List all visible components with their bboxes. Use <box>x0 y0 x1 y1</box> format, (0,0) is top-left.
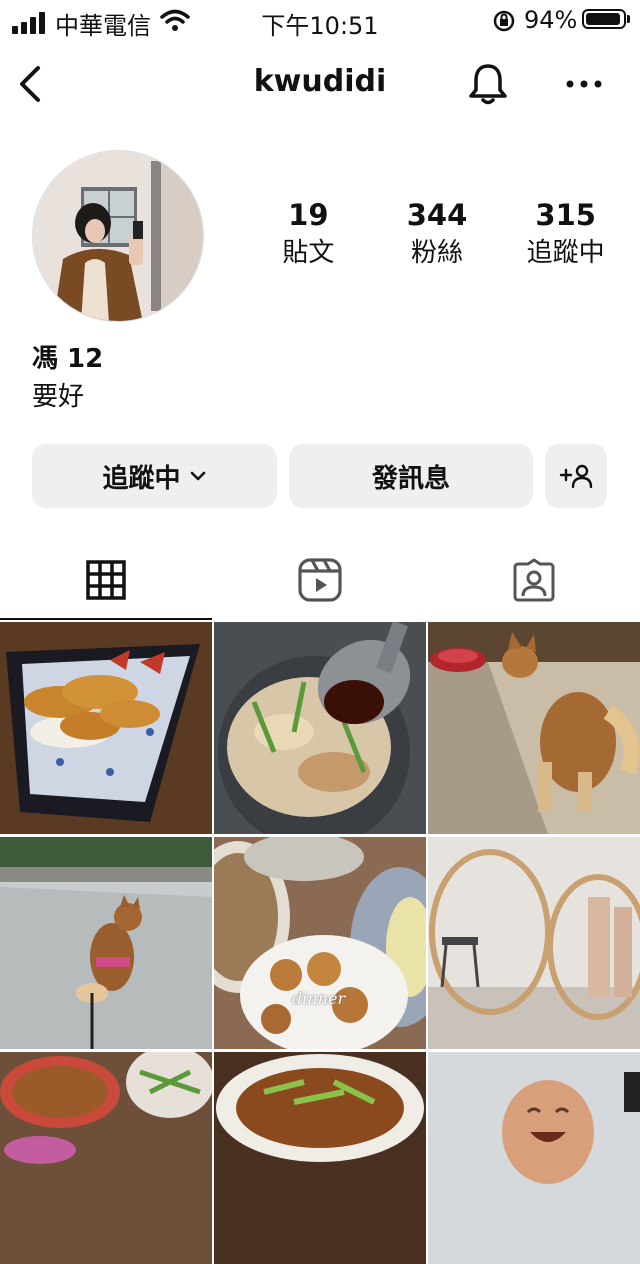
content-tabs <box>0 540 640 620</box>
active-tab-indicator <box>0 618 212 620</box>
tab-grid[interactable] <box>0 540 212 620</box>
following-stat[interactable]: 315 追蹤中 <box>501 196 630 270</box>
posts-label: 貼文 <box>282 238 335 268</box>
avatar[interactable] <box>32 150 204 322</box>
add-person-icon <box>559 464 593 489</box>
post-thumbnail[interactable] <box>428 622 640 834</box>
battery-level <box>586 13 620 25</box>
tagged-icon <box>513 558 555 602</box>
posts-count: 19 <box>288 198 329 232</box>
post-thumbnail[interactable] <box>0 622 212 834</box>
message-button[interactable]: 發訊息 <box>289 444 533 508</box>
avatar-photo <box>33 151 203 321</box>
following-button[interactable]: 追蹤中 <box>32 444 277 508</box>
following-count: 315 <box>535 198 596 232</box>
battery-icon <box>582 9 626 29</box>
reels-icon <box>298 558 342 602</box>
dinner-overlay-text: dinner <box>292 989 346 1008</box>
bio-text: 要好 <box>32 382 85 412</box>
orientation-lock-icon <box>493 10 515 32</box>
post-thumbnail[interactable] <box>214 622 426 834</box>
back-icon[interactable] <box>14 62 50 106</box>
grid-icon <box>86 560 126 600</box>
post-grid: dinner <box>0 622 640 1264</box>
page-title: kwudidi <box>253 64 387 99</box>
post-thumbnail[interactable] <box>0 837 212 1049</box>
post-thumbnail[interactable] <box>0 1052 212 1264</box>
post-thumbnail[interactable] <box>428 1052 640 1264</box>
chevron-down-icon <box>190 471 205 481</box>
followers-stat[interactable]: 344 粉絲 <box>373 196 502 270</box>
status-bar: 中華電信 下午10:51 94% <box>0 0 640 40</box>
following-button-label: 追蹤中 <box>102 463 181 494</box>
battery-cap <box>627 15 630 23</box>
following-label: 追蹤中 <box>526 238 605 268</box>
post-thumbnail[interactable] <box>428 837 640 1049</box>
more-icon[interactable] <box>560 68 608 100</box>
profile-stats: 19 貼文 344 粉絲 315 追蹤中 <box>244 196 630 270</box>
posts-stat[interactable]: 19 貼文 <box>244 196 373 270</box>
tab-reels[interactable] <box>214 540 426 620</box>
tab-tagged[interactable] <box>428 540 640 620</box>
post-thumbnail[interactable] <box>214 1052 426 1264</box>
post-thumbnail[interactable]: dinner <box>214 837 426 1049</box>
profile-header: kwudidi <box>0 48 640 120</box>
followers-label: 粉絲 <box>411 238 464 268</box>
bell-icon[interactable] <box>464 60 512 108</box>
followers-count: 344 <box>406 198 468 232</box>
display-name: 馮 12 <box>32 344 104 374</box>
suggested-people-button[interactable] <box>545 444 607 508</box>
battery-percent: 94% <box>524 6 578 34</box>
message-button-label: 發訊息 <box>371 463 450 494</box>
